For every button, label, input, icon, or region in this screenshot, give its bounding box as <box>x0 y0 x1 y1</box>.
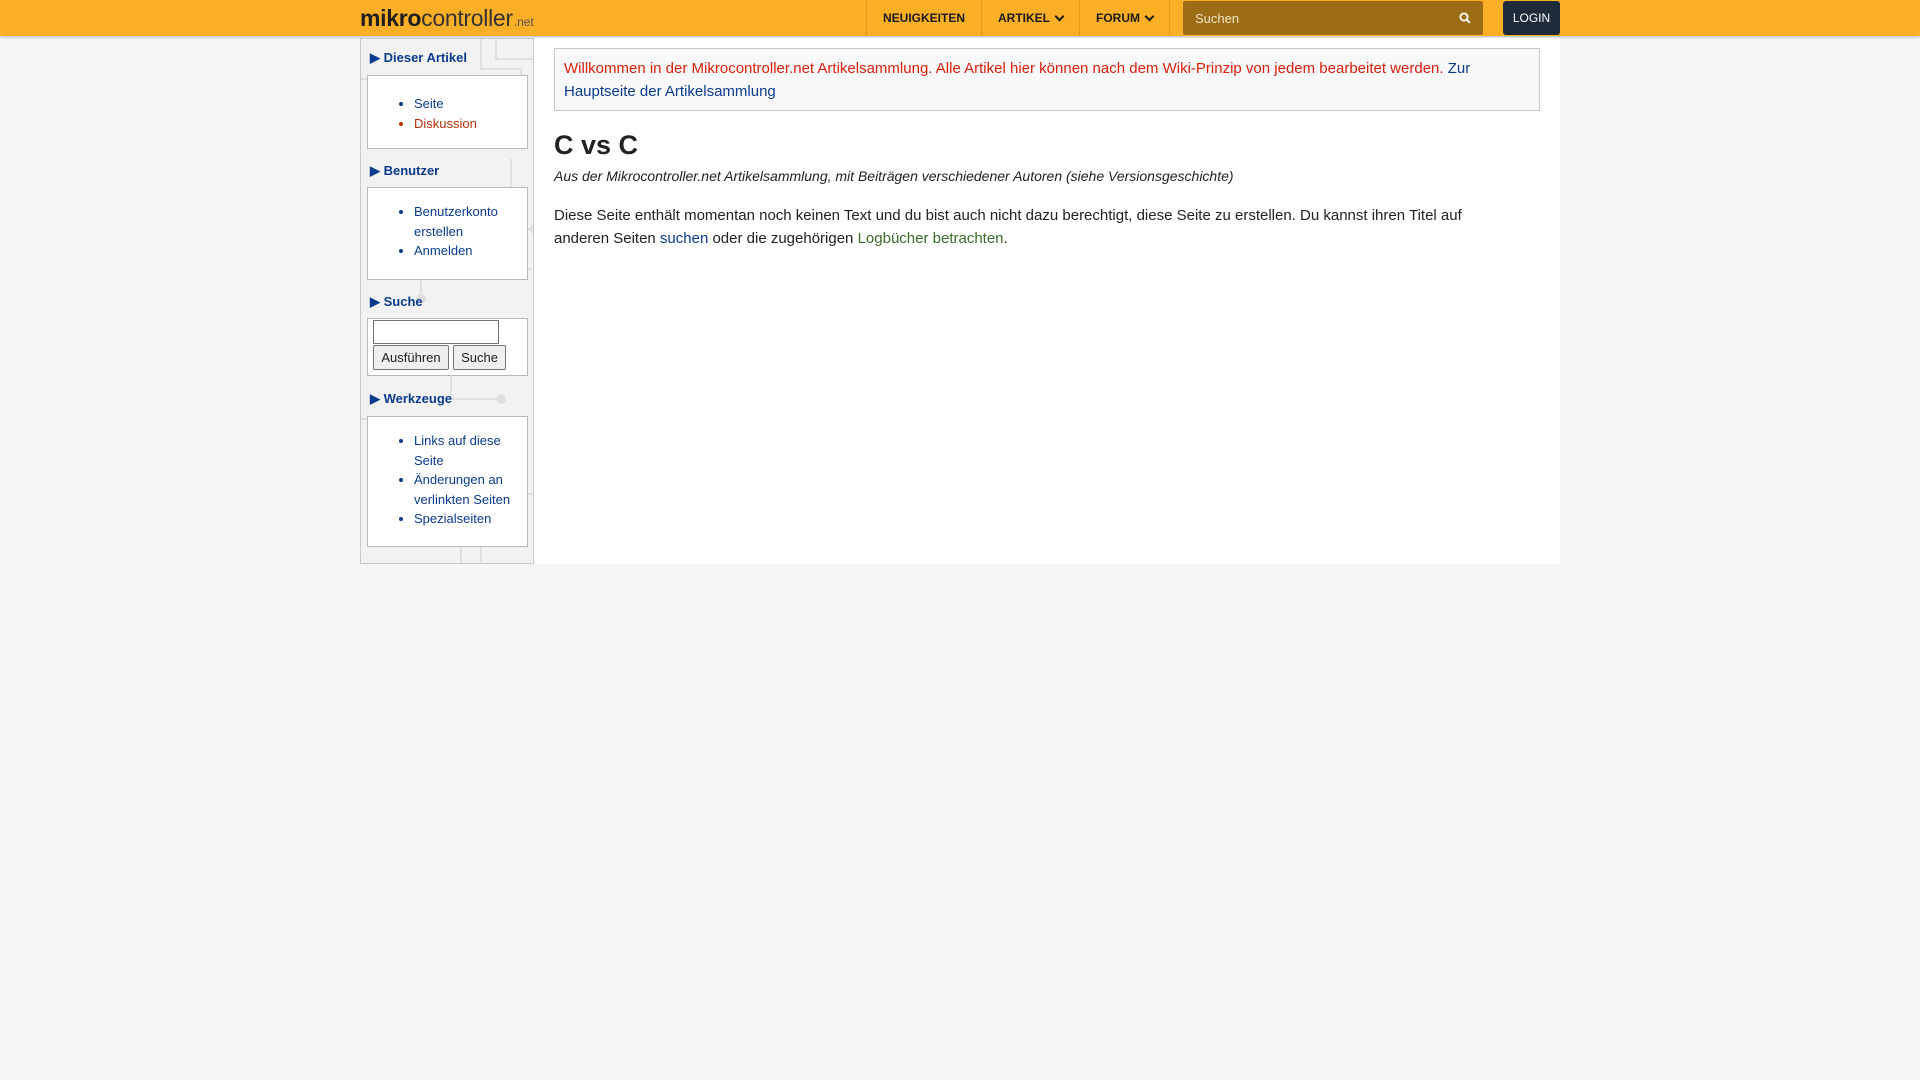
list-item: Änderungen an verlinkten Seiten <box>414 470 527 509</box>
list-item: Diskussion <box>414 114 527 134</box>
sidebar-link-aenderungen-an-verlinkten-seiten[interactable]: Änderungen an verlinkten Seiten <box>414 472 510 507</box>
top-search-box <box>1183 1 1483 35</box>
nav-item-label: ARTIKEL <box>998 11 1051 25</box>
body-text-part: . <box>1003 230 1008 247</box>
logo-part-mikro: mikro <box>360 5 422 31</box>
body-text-part: oder die zugehörigen <box>708 230 858 247</box>
page-title: C vs C <box>554 130 639 160</box>
site-logo[interactable]: mikrocontroller.net <box>360 5 534 31</box>
search-icon[interactable] <box>1455 8 1475 28</box>
main-content: Willkommen in der Mikrocontroller.net Ar… <box>534 38 1560 564</box>
page-body-text: Diese Seite enthält momentan noch keinen… <box>554 204 1514 250</box>
portlet-heading-werkzeuge[interactable]: ▶ Werkzeuge <box>370 391 452 407</box>
logo-part-controller: controller <box>421 5 513 31</box>
top-navbar: mikrocontroller.net NEUIGKEITEN ARTIKEL … <box>0 0 1920 36</box>
portlet-benutzer: Benutzerkonto erstellen Anmelden <box>367 187 528 280</box>
nav-item-label: NEUIGKEITEN <box>883 11 966 25</box>
portlet-dieser-artikel: Seite Diskussion <box>367 75 528 149</box>
sidebar-link-benutzerkonto-erstellen[interactable]: Benutzerkonto erstellen <box>414 204 498 239</box>
main-nav: NEUIGKEITEN ARTIKEL FORUM <box>866 0 1171 36</box>
list-item: Seite <box>414 94 527 114</box>
sidebar: ▶ Dieser Artikel Seite Diskussion ▶ Benu… <box>360 38 534 564</box>
body-link-logbuecher[interactable]: Logbücher betrachten <box>858 230 1004 247</box>
chevron-down-icon <box>1054 11 1065 21</box>
sidebar-link-anmelden[interactable]: Anmelden <box>414 243 473 258</box>
sidebar-link-spezialseiten[interactable]: Spezialseiten <box>414 511 491 526</box>
portlet-werkzeuge: Links auf diese Seite Änderungen an verl… <box>367 416 528 547</box>
login-button[interactable]: LOGIN <box>1503 1 1560 35</box>
list-item: Anmelden <box>414 241 527 261</box>
sidebar-link-diskussion[interactable]: Diskussion <box>414 116 477 131</box>
sidebar-link-seite[interactable]: Seite <box>414 96 444 111</box>
nav-item-neuigkeiten[interactable]: NEUIGKEITEN <box>867 0 983 36</box>
top-search-input[interactable] <box>1183 1 1443 35</box>
nav-item-label: FORUM <box>1096 11 1141 25</box>
login-button-label: LOGIN <box>1512 11 1551 25</box>
sidebar-go-button[interactable]: Ausführen <box>373 345 449 370</box>
portlet-heading-dieser-artikel[interactable]: ▶ Dieser Artikel <box>370 50 467 66</box>
list-item: Benutzerkonto erstellen <box>414 202 527 241</box>
welcome-notice: Willkommen in der Mikrocontroller.net Ar… <box>554 48 1540 111</box>
portlet-heading-benutzer[interactable]: ▶ Benutzer <box>370 163 439 179</box>
list-item: Spezialseiten <box>414 509 527 529</box>
notice-text: Willkommen in der Mikrocontroller.net Ar… <box>564 60 1444 77</box>
portlet-heading-suche[interactable]: ▶ Suche <box>370 294 423 310</box>
page-subtitle: Aus der Mikrocontroller.net Artikelsamml… <box>554 168 1234 184</box>
chevron-down-icon <box>1144 11 1155 21</box>
search-button-label: Suche <box>461 350 498 365</box>
nav-item-artikel[interactable]: ARTIKEL <box>982 0 1081 36</box>
sidebar-search-input[interactable] <box>373 320 499 344</box>
logo-part-tld: .net <box>513 15 534 29</box>
body-link-suchen[interactable]: suchen <box>660 230 708 247</box>
sidebar-search-button[interactable]: Suche <box>453 345 506 370</box>
go-button-label: Ausführen <box>381 350 441 365</box>
nav-item-forum[interactable]: FORUM <box>1080 0 1171 36</box>
sidebar-link-links-auf-diese-seite[interactable]: Links auf diese Seite <box>414 433 501 468</box>
list-item: Links auf diese Seite <box>414 431 527 470</box>
